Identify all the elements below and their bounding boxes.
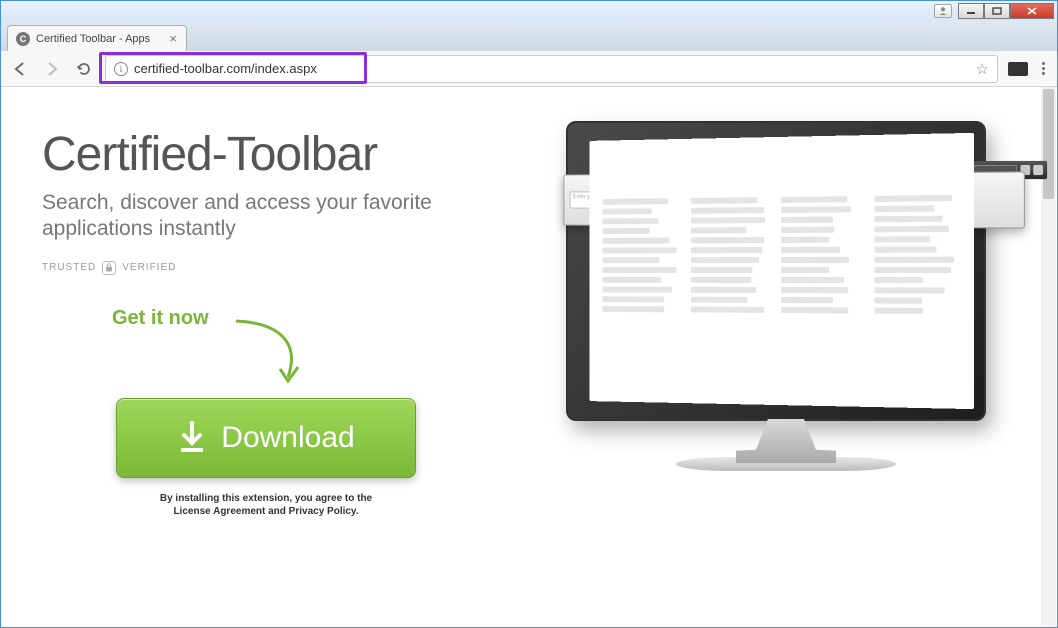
navigation-toolbar: i certified-toolbar.com/index.aspx ☆ [1,51,1057,87]
monitor-illustration: Enter your search here [566,121,1006,471]
window-close-button[interactable] [1010,3,1054,19]
window-minimize-button[interactable] [958,3,984,19]
bookmark-star-icon[interactable]: ☆ [976,60,989,78]
tab-close-icon[interactable]: × [166,31,180,46]
download-arrow-icon [177,421,207,455]
monitor-screen: Enter your search here [566,121,986,421]
forward-button[interactable] [41,58,63,80]
address-bar-container: i certified-toolbar.com/index.aspx ☆ [105,55,998,83]
extension-icon[interactable] [1008,62,1028,76]
download-button-label: Download [221,421,354,455]
os-titlebar [1,1,1057,21]
tab-strip: C Certified Toolbar - Apps × [1,21,1057,51]
verified-label: VERIFIED [122,262,176,273]
tab-favicon-icon: C [16,32,30,46]
browser-tab[interactable]: C Certified Toolbar - Apps × [7,25,187,51]
curved-arrow-icon [230,313,320,393]
page-subtitle: Search, discover and access your favorit… [42,190,522,243]
site-info-icon[interactable]: i [114,62,128,76]
reload-button[interactable] [73,58,95,80]
page-viewport: Certified-Toolbar Search, discover and a… [2,87,1056,626]
user-account-icon[interactable] [934,4,952,18]
back-button[interactable] [9,58,31,80]
window-maximize-button[interactable] [984,3,1010,19]
tab-title: Certified Toolbar - Apps [36,33,160,45]
browser-menu-button[interactable] [1038,58,1049,79]
monitor-stand [736,419,836,463]
address-bar[interactable]: i certified-toolbar.com/index.aspx ☆ [105,55,998,83]
url-text: certified-toolbar.com/index.aspx [134,61,317,76]
disclaimer-text: By installing this extension, you agree … [116,492,416,519]
lock-icon [102,261,116,275]
monitor-page-content [589,133,974,409]
download-button[interactable]: Download [116,398,416,478]
browser-window: C Certified Toolbar - Apps × i certified… [0,0,1058,628]
page-content: Certified-Toolbar Search, discover and a… [2,87,1056,626]
trusted-label: TRUSTED [42,262,96,273]
